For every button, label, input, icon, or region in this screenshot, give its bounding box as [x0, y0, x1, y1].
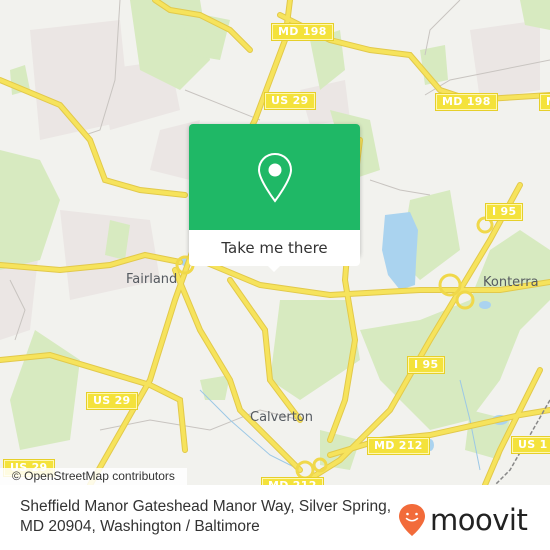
route-shield-md-198: MD 198 [271, 23, 334, 41]
address-text: Sheffield Manor Gateshead Manor Way, Sil… [20, 498, 392, 535]
route-shield-us-1: US 1 [511, 436, 550, 454]
route-shield-md: MD [539, 93, 550, 111]
location-pin-icon [257, 152, 293, 203]
route-shield-md-198: MD 198 [435, 93, 498, 111]
take-me-there-button[interactable]: Take me there [189, 230, 360, 266]
route-shield-i-95: I 95 [484, 203, 524, 221]
route-shield-md-212: MD 212 [367, 437, 430, 455]
route-shield-us-29: US 29 [264, 92, 316, 110]
place-label-calverton: Calverton [250, 410, 313, 425]
route-shield-us-29: US 29 [86, 392, 138, 410]
moovit-logo[interactable]: moovit [398, 503, 528, 537]
moovit-pin-icon [399, 504, 425, 536]
popup-header [189, 124, 360, 230]
place-label-fairland: Fairland [126, 272, 178, 287]
moovit-wordmark: moovit [430, 503, 528, 537]
map-attribution[interactable]: © OpenStreetMap contributors [0, 468, 187, 485]
route-shield-i-95: I 95 [406, 356, 446, 374]
destination-popup: Take me there [189, 124, 360, 272]
popup-pointer [266, 264, 282, 272]
place-label-konterra: Konterra [483, 275, 539, 290]
route-shield-md-212: MD 212 [261, 477, 324, 485]
